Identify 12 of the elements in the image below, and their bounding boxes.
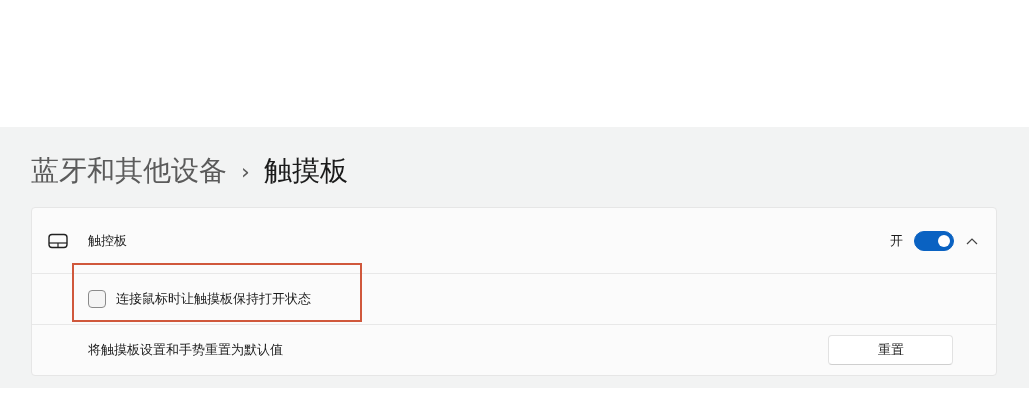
checkbox[interactable] <box>88 290 106 308</box>
checkbox-label: 连接鼠标时让触摸板保持打开状态 <box>116 290 311 308</box>
reset-button[interactable]: 重置 <box>828 335 953 365</box>
toggle-switch[interactable] <box>914 230 954 251</box>
page-title: 触摸板 <box>263 153 348 189</box>
section-label: 触控板 <box>88 231 127 250</box>
chevron-up-icon[interactable] <box>966 236 978 245</box>
toggle-state: 开 <box>890 231 903 250</box>
breadcrumb-separator: › <box>241 158 250 184</box>
reset-description: 将触摸板设置和手势重置为默认值 <box>88 341 283 359</box>
breadcrumb-parent[interactable]: 蓝牙和其他设备 <box>31 152 227 190</box>
touchpad-icon <box>48 232 68 249</box>
